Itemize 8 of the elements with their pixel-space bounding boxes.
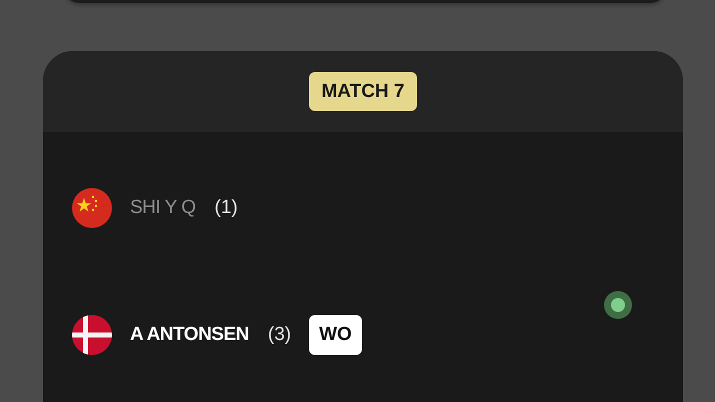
seed-number: (1): [214, 197, 238, 219]
result-badge: WO: [309, 315, 362, 355]
player-name: A ANTONSEN: [130, 324, 249, 346]
match-label: MATCH 7: [309, 72, 417, 111]
flag-icon: [72, 188, 112, 228]
seed-number: (3): [268, 324, 292, 346]
player-name: SHI Y Q: [130, 197, 196, 219]
flag-icon: [72, 315, 112, 355]
